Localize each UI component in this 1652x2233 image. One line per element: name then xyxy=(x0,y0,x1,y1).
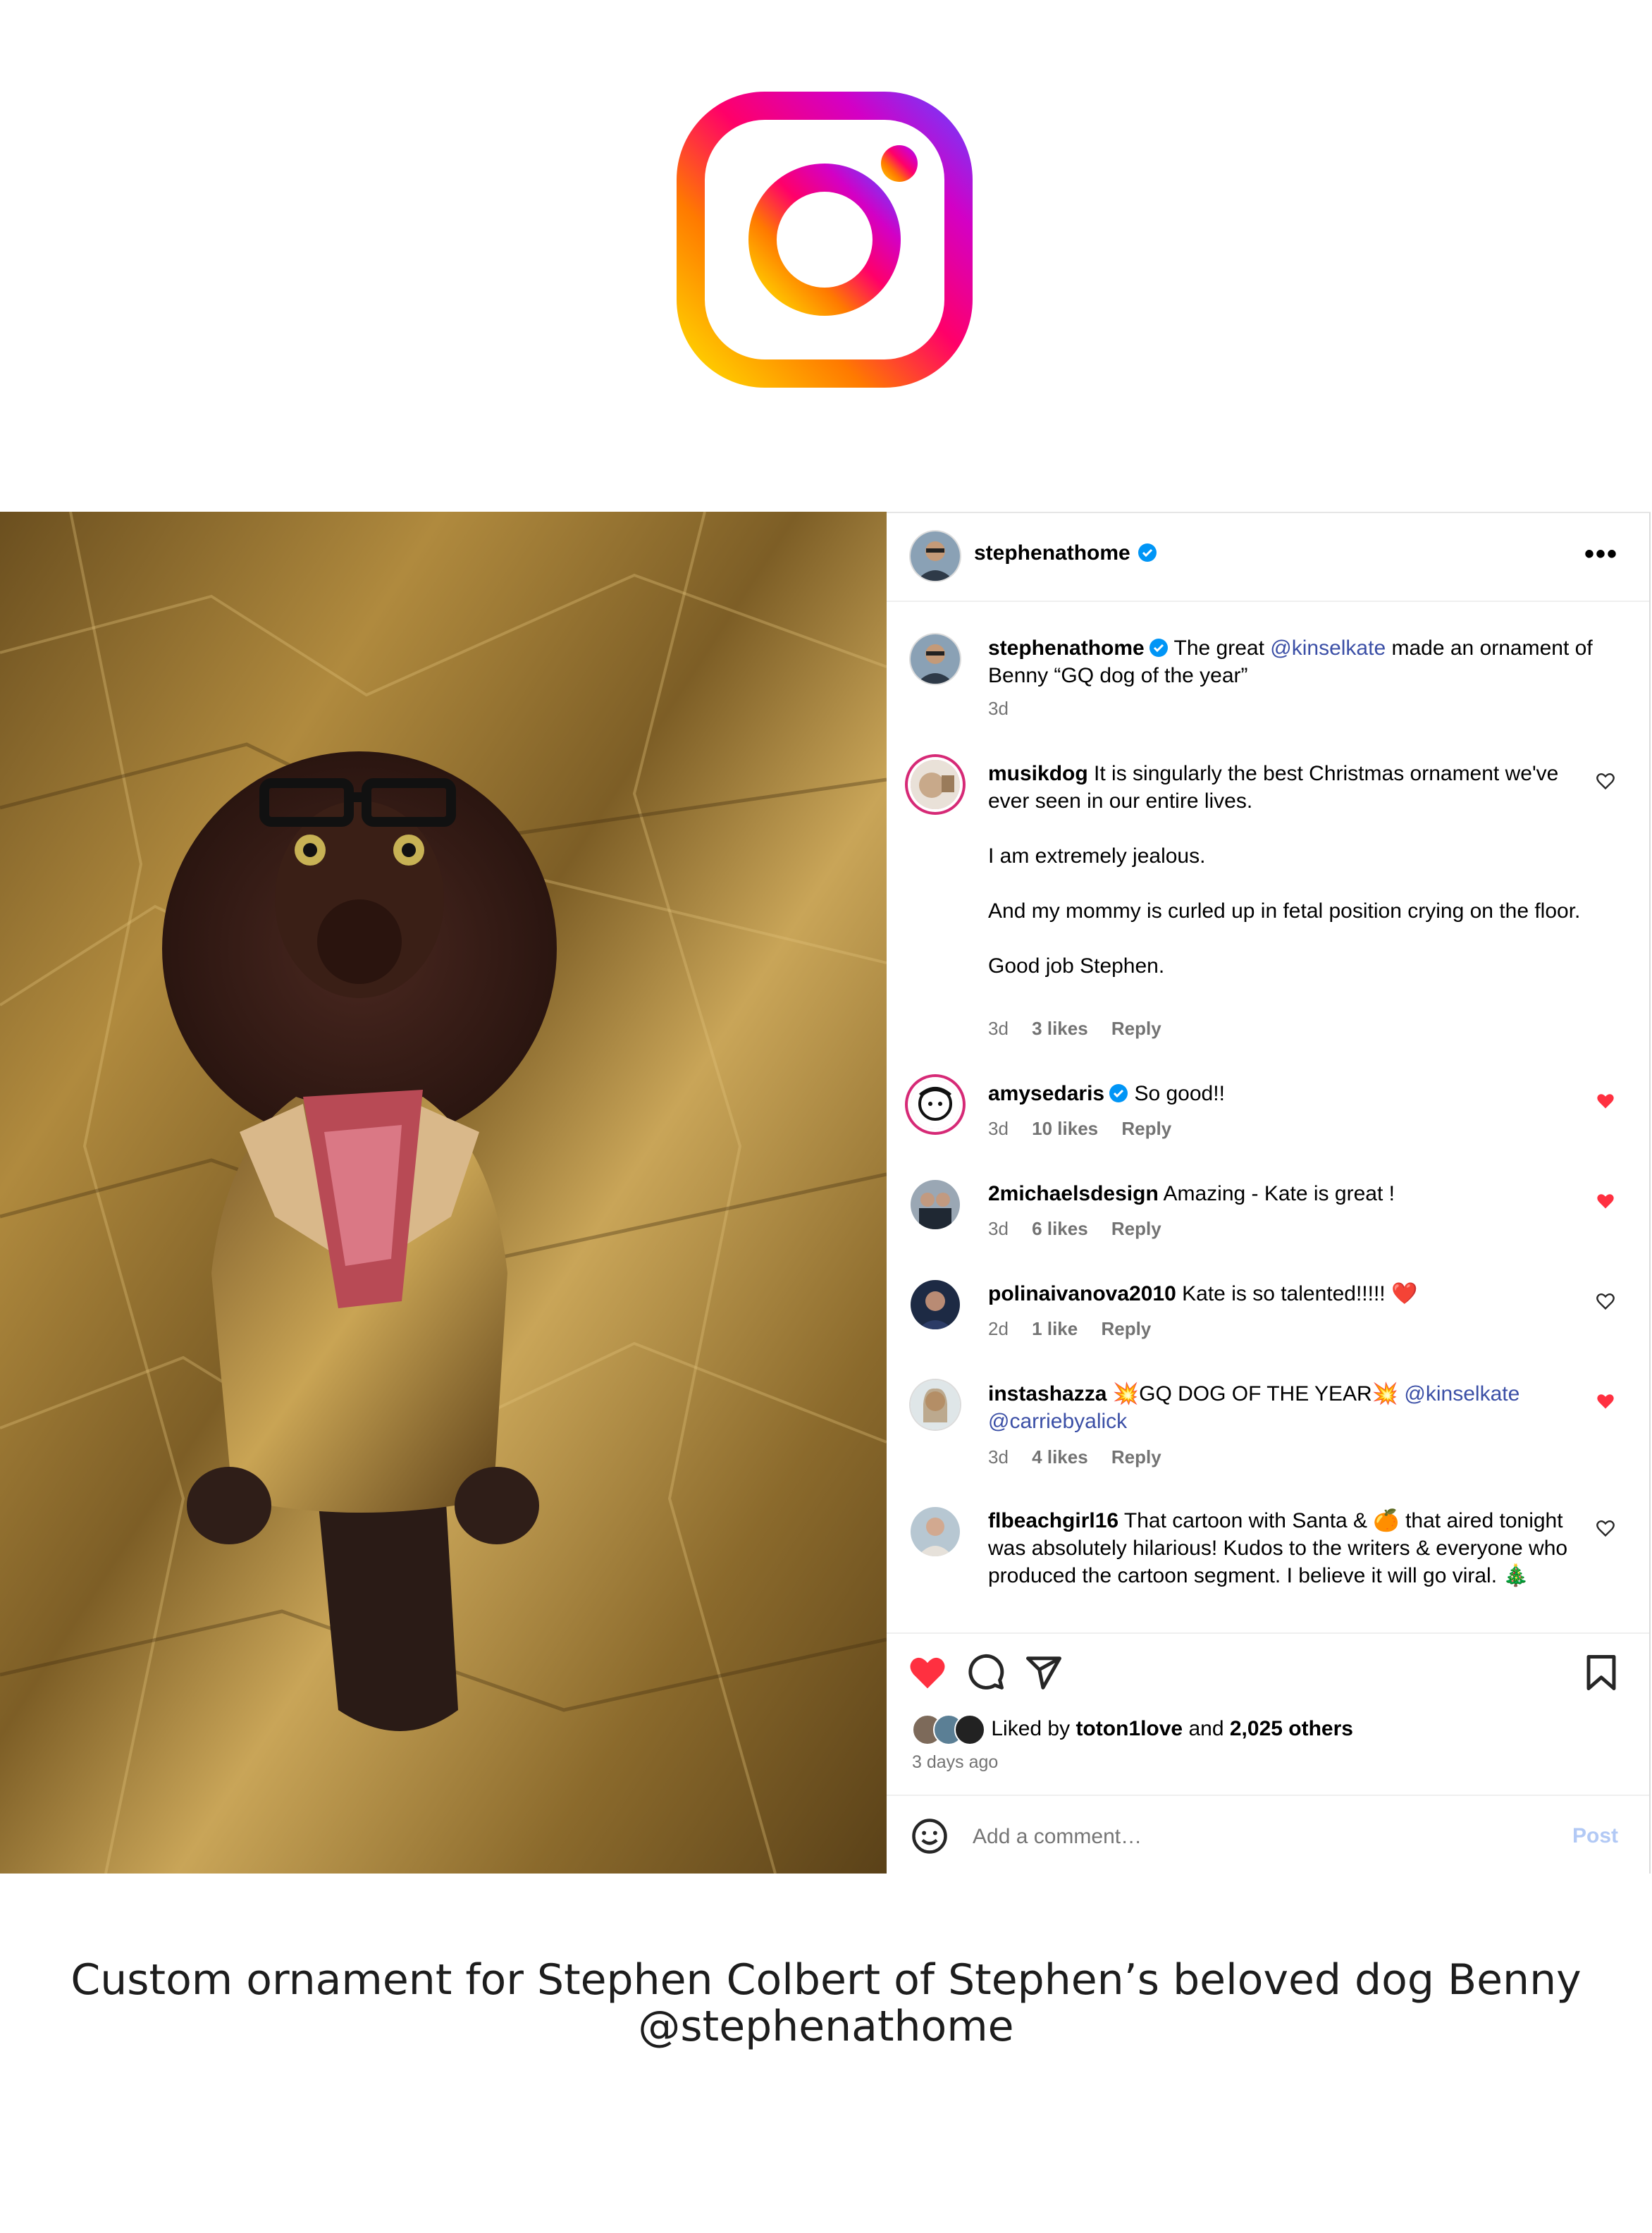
post-action-bar xyxy=(887,1632,1649,1704)
like-comment-heart-icon[interactable] xyxy=(1596,1518,1615,1538)
save-bookmark-icon[interactable] xyxy=(1584,1654,1618,1692)
likes-summary[interactable]: Liked by toton1love and 2,025 others xyxy=(912,1714,1353,1745)
comment-time: 2d xyxy=(988,1318,1009,1339)
instagram-logo-icon xyxy=(677,92,973,388)
like-comment-heart-icon[interactable] xyxy=(1596,1291,1615,1311)
reply-button[interactable]: Reply xyxy=(1121,1118,1171,1139)
commenter-avatar[interactable] xyxy=(911,760,960,809)
post-header: stephenathome ••• xyxy=(887,513,1649,602)
liked-heart-icon[interactable] xyxy=(1596,1191,1615,1211)
page-caption: Custom ornament for Stephen Colbert of S… xyxy=(0,1957,1652,2050)
liked-heart-icon[interactable] xyxy=(1596,1391,1615,1411)
comment-text: 💥GQ DOG OF THE YEAR💥 xyxy=(1112,1382,1399,1405)
caption-username[interactable]: stephenathome xyxy=(988,636,1145,660)
comment-icon[interactable] xyxy=(967,1654,1005,1692)
post-photo[interactable] xyxy=(0,512,887,1874)
reply-button[interactable]: Reply xyxy=(1101,1318,1151,1339)
commenter-avatar[interactable] xyxy=(911,1507,960,1556)
caption-text: The great xyxy=(1173,636,1264,660)
commenter-username[interactable]: musikdog xyxy=(988,762,1088,785)
more-options-icon[interactable]: ••• xyxy=(1584,540,1618,568)
comment-time: 3d xyxy=(988,1446,1009,1468)
commenter-username[interactable]: polinaivanova2010 xyxy=(988,1282,1176,1305)
comment-time: 3d xyxy=(988,1118,1009,1139)
commenter-username[interactable]: 2michaelsdesign xyxy=(988,1182,1159,1205)
reply-button[interactable]: Reply xyxy=(1111,1218,1161,1239)
comment-text: Amazing - Kate is great ! xyxy=(1163,1182,1395,1205)
post-timestamp: 3 days ago xyxy=(912,1752,999,1772)
verified-badge-icon xyxy=(1109,1084,1128,1102)
author-username[interactable]: stephenathome xyxy=(974,541,1130,565)
comment-text: So good!! xyxy=(1134,1082,1225,1105)
add-comment-bar: Post xyxy=(887,1795,1649,1876)
caption-mention[interactable]: @kinselkate xyxy=(1270,636,1386,660)
page-caption-line1: Custom ornament for Stephen Colbert of S… xyxy=(70,1955,1582,2005)
comment-likes[interactable]: 1 like xyxy=(1032,1318,1078,1339)
comment-mention[interactable]: @carriebyalick xyxy=(988,1410,1127,1433)
like-comment-heart-icon[interactable] xyxy=(1596,771,1615,791)
comment-mention[interactable]: @kinselkate xyxy=(1404,1382,1520,1405)
commenter-username[interactable]: flbeachgirl16 xyxy=(988,1509,1118,1532)
share-icon[interactable] xyxy=(1025,1654,1063,1692)
like-heart-icon[interactable] xyxy=(908,1654,947,1690)
post-side-panel: stephenathome ••• stephenathome The grea… xyxy=(887,512,1651,1874)
comment-time: 3d xyxy=(988,1218,1009,1239)
likes-mid: and xyxy=(1188,1717,1224,1740)
page-caption-line2: @stephenathome xyxy=(638,2002,1014,2051)
verified-badge-icon xyxy=(1138,543,1157,562)
likes-count[interactable]: 2,025 others xyxy=(1230,1717,1353,1740)
reply-button[interactable]: Reply xyxy=(1111,1018,1161,1039)
comment-text-p2: I am extremely jealous. xyxy=(988,844,1206,868)
comment-likes[interactable]: 10 likes xyxy=(1032,1118,1098,1139)
liker-username[interactable]: toton1love xyxy=(1075,1717,1183,1740)
emoji-icon[interactable] xyxy=(911,1817,949,1855)
commenter-avatar[interactable] xyxy=(911,1380,960,1429)
liker-avatars xyxy=(912,1714,985,1745)
commenter-avatar[interactable] xyxy=(911,1180,960,1229)
comment-likes[interactable]: 6 likes xyxy=(1032,1218,1088,1239)
caption-time: 3d xyxy=(988,698,1009,719)
likes-prefix: Liked by xyxy=(991,1717,1071,1740)
commenter-username[interactable]: instashazza xyxy=(988,1382,1107,1405)
author-avatar[interactable] xyxy=(911,634,960,684)
commenter-username[interactable]: amysedaris xyxy=(988,1082,1104,1105)
verified-badge-icon xyxy=(1149,639,1168,657)
reply-button[interactable]: Reply xyxy=(1111,1446,1161,1468)
comment-text-p4: Good job Stephen. xyxy=(988,954,1165,978)
comment-text-p3: And my mommy is curled up in fetal posit… xyxy=(988,899,1581,923)
comment-input[interactable] xyxy=(971,1817,1538,1857)
liked-heart-icon[interactable] xyxy=(1596,1091,1615,1111)
comment-likes[interactable]: 4 likes xyxy=(1032,1446,1088,1468)
comment-time: 3d xyxy=(988,1018,1009,1039)
commenter-avatar[interactable] xyxy=(911,1080,960,1129)
ornament-dog-image xyxy=(0,512,887,1874)
commenter-avatar[interactable] xyxy=(911,1280,960,1329)
comment-likes[interactable]: 3 likes xyxy=(1032,1018,1088,1039)
post-comment-button[interactable]: Post xyxy=(1572,1824,1618,1848)
comment-text: Kate is so talented!!!!! ❤️ xyxy=(1182,1282,1418,1305)
author-avatar[interactable] xyxy=(911,531,960,581)
instagram-post: stephenathome ••• stephenathome The grea… xyxy=(0,512,1652,1874)
